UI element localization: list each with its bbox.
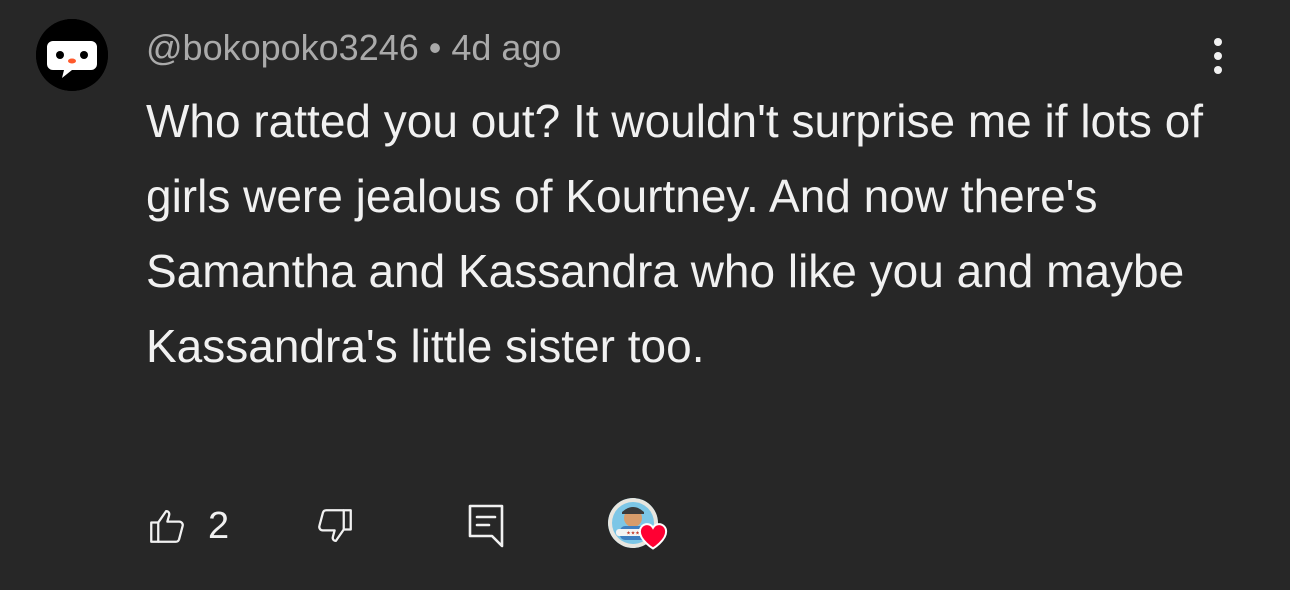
comment-text: Who ratted you out? It wouldn't surprise…	[146, 95, 1204, 372]
creator-heart[interactable]: ★★★	[608, 498, 678, 558]
dislike-button[interactable]	[314, 498, 356, 554]
thumbs-up-icon	[150, 509, 184, 543]
reply-icon	[468, 504, 504, 548]
more-options-button[interactable]	[1196, 30, 1240, 82]
more-dot	[1214, 66, 1222, 74]
commenter-avatar[interactable]	[36, 19, 108, 91]
comment-author[interactable]: @bokopoko3246	[146, 27, 419, 68]
heart-icon	[638, 523, 668, 550]
separator-dot: •	[428, 27, 442, 68]
comment-header: @bokopoko3246 • 4d ago	[146, 24, 561, 72]
more-dot	[1214, 52, 1222, 60]
reply-button[interactable]	[466, 498, 506, 554]
more-dot	[1214, 38, 1222, 46]
comment-timestamp[interactable]: 4d ago	[451, 27, 561, 68]
like-button[interactable]: 2	[146, 498, 229, 554]
thumbs-down-icon	[318, 509, 352, 543]
like-count: 2	[208, 504, 230, 547]
